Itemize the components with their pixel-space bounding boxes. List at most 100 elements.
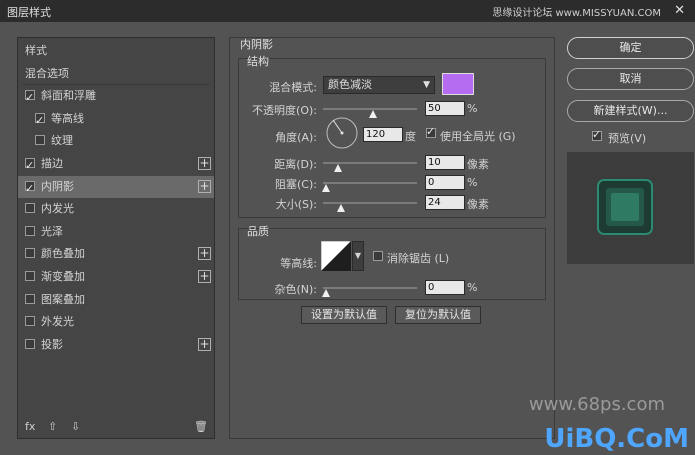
- close-icon[interactable]: ✕: [674, 3, 685, 18]
- style-item-checkbox[interactable]: [25, 203, 35, 214]
- title-bar: 图层样式 思缘设计论坛 www.MISSYUAN.COM ✕: [0, 0, 695, 22]
- blend-mode-label: 混合模式:: [269, 81, 317, 94]
- style-item[interactable]: 投影 +: [18, 334, 214, 356]
- style-item[interactable]: 颜色叠加 +: [18, 243, 214, 265]
- choke-label: 阻塞(C):: [275, 178, 317, 191]
- style-item[interactable]: 光泽: [18, 221, 214, 243]
- angle-unit: 度: [405, 130, 416, 143]
- preview-checkbox[interactable]: [592, 128, 602, 141]
- shadow-color-swatch[interactable]: [442, 73, 474, 95]
- make-default-button[interactable]: 设置为默认值: [301, 306, 387, 324]
- brand-watermark: UiBQ.CoM: [544, 424, 689, 454]
- style-item-checkbox[interactable]: [35, 110, 45, 132]
- blend-mode-select[interactable]: 颜色减淡 ▼: [323, 76, 435, 94]
- move-up-icon[interactable]: ⇧: [48, 420, 57, 433]
- global-light-label: 使用全局光 (G): [440, 130, 516, 143]
- style-item-label: 颜色叠加: [41, 247, 85, 261]
- add-instance-icon[interactable]: +: [198, 179, 211, 193]
- opacity-slider-handle[interactable]: [369, 110, 377, 118]
- fx-icon[interactable]: fx: [25, 420, 35, 433]
- choke-unit: %: [467, 176, 478, 189]
- trash-icon[interactable]: 🗑: [194, 420, 208, 433]
- style-item-checkbox[interactable]: [25, 155, 35, 177]
- reset-default-button[interactable]: 复位为默认值: [395, 306, 481, 324]
- opacity-label: 不透明度(O):: [252, 104, 317, 117]
- opacity-unit: %: [467, 102, 478, 115]
- blend-mode-value: 颜色减淡: [328, 78, 372, 91]
- preview-label: 预览(V): [608, 132, 647, 145]
- style-item-label: 纹理: [51, 134, 73, 148]
- style-item-label: 等高线: [51, 111, 84, 125]
- noise-input[interactable]: 0: [425, 280, 465, 295]
- add-instance-icon[interactable]: +: [198, 337, 211, 351]
- distance-slider-handle[interactable]: [334, 164, 342, 172]
- style-item-label: 内阴影: [41, 179, 74, 193]
- noise-slider-track[interactable]: [323, 287, 417, 289]
- style-preview: [567, 152, 694, 264]
- style-item-checkbox[interactable]: [25, 271, 35, 281]
- style-item[interactable]: 混合选项: [18, 63, 214, 85]
- distance-input[interactable]: 10: [425, 155, 465, 170]
- size-label: 大小(S):: [275, 198, 317, 211]
- angle-dial[interactable]: [325, 116, 359, 150]
- style-item[interactable]: 纹理: [18, 130, 214, 152]
- add-instance-icon[interactable]: +: [198, 157, 211, 170]
- angle-label: 角度(A):: [275, 131, 317, 144]
- inner-shadow-panel: 内阴影 结构 混合模式: 颜色减淡 ▼ 不透明度(O): 50 % 角度(A):…: [229, 37, 555, 439]
- style-item[interactable]: 图案叠加: [18, 289, 214, 311]
- choke-input[interactable]: 0: [425, 175, 465, 190]
- style-item-label: 内发光: [41, 202, 74, 216]
- style-item[interactable]: 样式: [18, 40, 214, 62]
- distance-unit: 像素: [467, 158, 489, 171]
- contour-dropdown[interactable]: ▼: [352, 241, 364, 271]
- style-item-checkbox[interactable]: [35, 135, 45, 146]
- style-item[interactable]: 斜面和浮雕: [18, 85, 214, 109]
- quality-group: 品质 等高线: ▼ 消除锯齿 (L) 杂色(N): 0 %: [238, 225, 546, 300]
- size-unit: 像素: [467, 198, 489, 211]
- style-item-checkbox[interactable]: [25, 248, 35, 259]
- choke-slider-handle[interactable]: [322, 184, 330, 192]
- style-item-label: 混合选项: [25, 66, 69, 80]
- style-item[interactable]: 外发光: [18, 311, 214, 333]
- contour-label: 等高线:: [280, 257, 317, 270]
- style-item-label: 描边: [41, 157, 63, 170]
- style-item-checkbox[interactable]: [25, 338, 35, 349]
- style-item-label: 样式: [25, 44, 47, 57]
- noise-slider-handle[interactable]: [322, 289, 330, 297]
- contour-preview[interactable]: [321, 241, 351, 271]
- ok-button[interactable]: 确定: [567, 37, 694, 59]
- style-item-checkbox[interactable]: [25, 87, 35, 109]
- angle-input[interactable]: 120: [363, 127, 403, 142]
- style-item[interactable]: 渐变叠加 +: [18, 266, 214, 288]
- distance-label: 距离(D):: [274, 158, 317, 171]
- global-light-checkbox[interactable]: [426, 125, 436, 138]
- cancel-button[interactable]: 取消: [567, 68, 694, 90]
- style-item-label: 斜面和浮雕: [41, 89, 96, 103]
- choke-slider-track[interactable]: [323, 182, 417, 184]
- style-list-panel: fx ⇧ ⇩ 🗑 样式混合选项斜面和浮雕等高线纹理描边 + 内阴影 + 内发光光泽颜色叠…: [17, 37, 215, 439]
- style-item[interactable]: 描边 +: [18, 153, 214, 177]
- add-instance-icon[interactable]: +: [198, 247, 211, 261]
- antialias-checkbox[interactable]: [373, 251, 383, 261]
- preview-thumbnail: [597, 179, 653, 235]
- style-item-label: 投影: [41, 337, 63, 351]
- add-instance-icon[interactable]: +: [198, 270, 211, 283]
- style-item-checkbox[interactable]: [25, 225, 35, 236]
- style-item[interactable]: 内阴影 +: [18, 175, 214, 200]
- noise-unit: %: [467, 281, 478, 294]
- new-style-button[interactable]: 新建样式(W)...: [567, 100, 694, 122]
- opacity-input[interactable]: 50: [425, 101, 465, 116]
- style-item-checkbox[interactable]: [25, 178, 35, 200]
- size-input[interactable]: 24: [425, 195, 465, 210]
- move-down-icon[interactable]: ⇩: [71, 420, 80, 433]
- style-item-label: 渐变叠加: [41, 270, 85, 283]
- size-slider-handle[interactable]: [337, 204, 345, 212]
- window-title: 图层样式: [7, 6, 51, 19]
- style-item-checkbox[interactable]: [25, 316, 35, 327]
- watermark-text: 思缘设计论坛 www.MISSYUAN.COM: [492, 8, 661, 19]
- chevron-down-icon: ▼: [354, 251, 362, 260]
- style-item[interactable]: 内发光: [18, 198, 214, 220]
- style-item-checkbox[interactable]: [25, 293, 35, 304]
- panel-title: 内阴影: [240, 38, 273, 51]
- style-item[interactable]: 等高线: [18, 108, 214, 132]
